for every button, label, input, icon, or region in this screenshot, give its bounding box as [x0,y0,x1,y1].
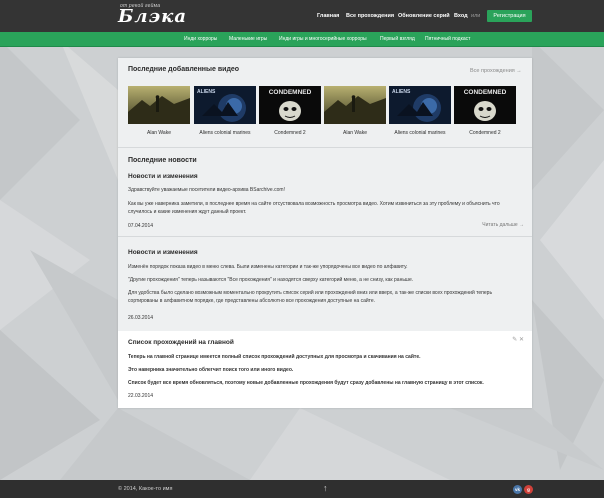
site-logo[interactable]: от рекой гейма Блэка [118,3,186,29]
nav-series-updates[interactable]: Обновление серий [398,13,450,19]
footer-copyright: © 2014, Какое-то имя [118,486,173,492]
latest-videos-title: Последние добавленные видео [128,66,240,73]
video-thumbnail[interactable]: ALIENS [389,86,451,124]
nav-home[interactable]: Главная [317,13,339,19]
scroll-up-icon[interactable]: ↑ [323,483,328,493]
news-item-highlight: ✎ ✕ Список прохождений на главной Теперь… [118,331,532,408]
video-caption[interactable]: Alan Wake [128,130,190,136]
svg-text:CONDEMNED: CONDEMNED [269,89,312,96]
news-paragraph: Список будет все время обновляться, поэт… [128,380,484,386]
svg-text:ALIENS: ALIENS [392,89,411,95]
category-friday-podcast[interactable]: Пятничный подкаст [425,36,470,42]
footer: © 2014, Какое-то имя ↑ vk g [0,480,604,498]
divider [118,236,532,237]
register-button[interactable]: Регистрация [487,10,532,22]
video-thumbnail[interactable]: CONDEMNED [454,86,516,124]
category-indie-multi[interactable]: Инди игры и многосерийные хорроры [279,36,367,42]
news-paragraph: Для удобства было сделано возможным моме… [128,290,493,304]
all-walkthroughs-link[interactable]: Все прохождения → [470,68,522,74]
google-plus-icon[interactable]: g [524,485,533,494]
video-caption[interactable]: Alan Wake [324,130,386,136]
nav-or-text: или [471,13,481,19]
news-paragraph: Это наверника значительно облегчит поиск… [128,367,294,373]
news-item: Новости и изменения Здравствуйте уважаем… [128,173,524,233]
news-item-title[interactable]: Новости и изменения [128,249,198,256]
video-thumbnail[interactable] [324,86,386,124]
nav-login[interactable]: Вход [454,13,468,19]
news-item-title[interactable]: Новости и изменения [128,173,198,180]
video-caption[interactable]: Condemned 2 [454,130,516,136]
divider [118,147,532,148]
news-paragraph: Теперь на главной странице имеется полны… [128,354,421,360]
svg-text:CONDEMNED: CONDEMNED [464,89,507,96]
category-small-games[interactable]: Маленькие игры [229,36,267,42]
news-paragraph: "Другие прохождения" теперь называются "… [128,277,414,283]
video-caption[interactable]: Aliens colonial marines [194,130,256,136]
video-thumbnail[interactable]: ALIENS [194,86,256,124]
category-indie-horror[interactable]: Инди хорроры [184,36,217,42]
news-date: 22.03.2014 [128,393,154,399]
latest-news-title: Последние новости [128,157,197,164]
news-item-title[interactable]: Список прохождений на главной [128,339,234,346]
main-content: Последние добавленные видео Все прохожде… [118,58,532,408]
logo-title: Блэка [118,6,188,27]
video-thumbnail[interactable]: CONDEMNED [259,86,321,124]
news-date: 26.03.2014 [128,315,154,321]
video-caption[interactable]: Condemned 2 [259,130,321,136]
news-item: Список прохождений на главной Теперь на … [128,339,524,404]
news-paragraph: Изменён порядок показа видео в меню слев… [128,264,408,270]
nav-all-walkthroughs[interactable]: Все прохождения [346,13,394,19]
category-first-look[interactable]: Первый взгляд [380,36,415,42]
top-header: от рекой гейма Блэка Главная Все прохожд… [0,0,604,32]
news-date: 07.04.2014 [128,223,154,229]
news-paragraph: Как вы уже наверника заметили, в последн… [128,201,500,215]
video-thumbnail[interactable] [128,86,190,124]
news-item: Новости и изменения Изменён порядок пока… [128,249,524,324]
vk-icon[interactable]: vk [513,485,522,494]
category-bar: Инди хорроры Маленькие игры Инди игры и … [0,32,604,47]
svg-text:ALIENS: ALIENS [197,89,216,95]
news-paragraph: Здравствуйте уважаемые посетители видео-… [128,187,285,193]
video-caption[interactable]: Aliens colonial marines [389,130,451,136]
read-more-link[interactable]: Читать дальше → [482,222,524,228]
